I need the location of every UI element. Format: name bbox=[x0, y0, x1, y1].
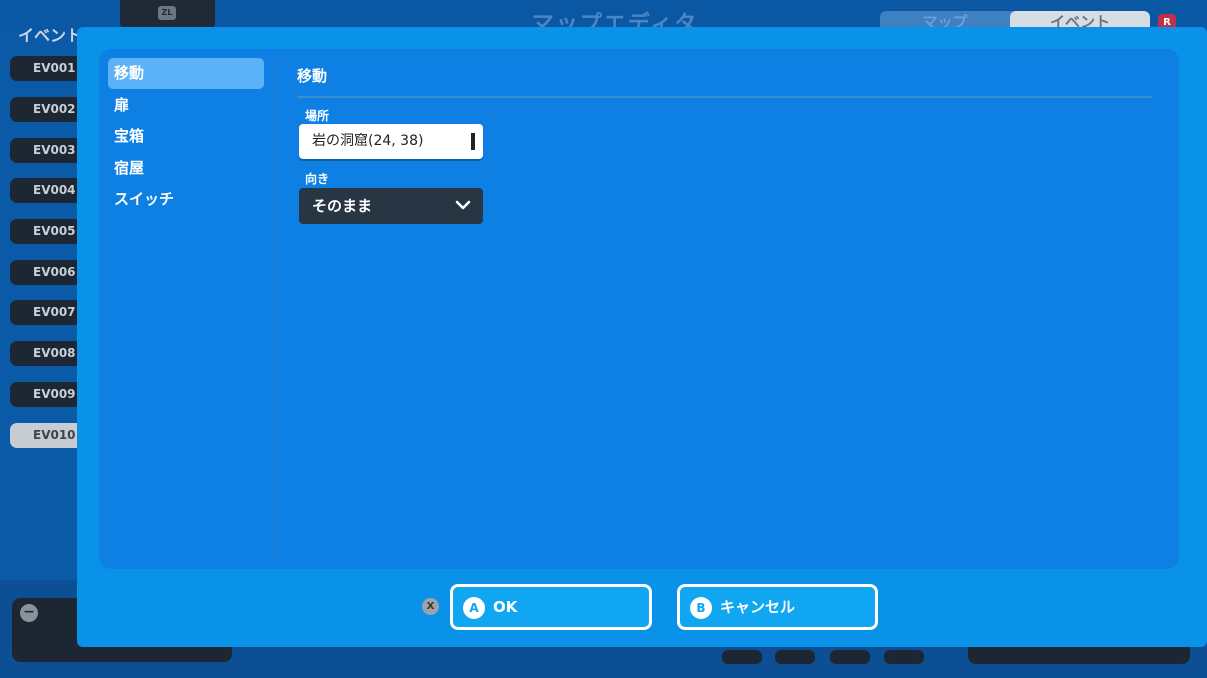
footer-button[interactable] bbox=[775, 650, 815, 664]
minus-icon: − bbox=[20, 604, 38, 622]
direction-label: 向き bbox=[305, 172, 330, 186]
dialog-panel: 移動 扉 宝箱 宿屋 スイッチ 移動 場所 岩の洞窟(24, 38) 向き その… bbox=[99, 49, 1179, 569]
footer-button[interactable] bbox=[722, 650, 762, 664]
event-sidebar-label: イベント bbox=[18, 26, 83, 45]
ok-button-label: OK bbox=[493, 598, 518, 616]
b-button-icon: B bbox=[690, 597, 712, 619]
chevron-down-icon bbox=[455, 200, 471, 210]
location-input[interactable]: 岩の洞窟(24, 38) bbox=[299, 124, 483, 159]
cancel-button-label: キャンセル bbox=[720, 598, 796, 616]
location-value: 岩の洞窟(24, 38) bbox=[312, 133, 424, 149]
category-inn[interactable]: 宿屋 bbox=[108, 153, 264, 184]
horizontal-divider bbox=[297, 96, 1152, 98]
category-list: 移動 扉 宝箱 宿屋 スイッチ bbox=[108, 58, 264, 216]
category-treasure[interactable]: 宝箱 bbox=[108, 121, 264, 152]
text-caret bbox=[471, 133, 475, 150]
event-command-dialog: 移動 扉 宝箱 宿屋 スイッチ 移動 場所 岩の洞窟(24, 38) 向き その… bbox=[77, 27, 1207, 647]
vertical-divider bbox=[274, 57, 275, 562]
ok-button[interactable]: A OK bbox=[450, 584, 652, 630]
footer-button[interactable] bbox=[884, 650, 924, 664]
x-button-icon: X bbox=[422, 598, 439, 615]
zl-badge: ZL bbox=[158, 6, 176, 20]
category-door[interactable]: 扉 bbox=[108, 90, 264, 121]
location-label: 場所 bbox=[305, 109, 330, 123]
a-button-icon: A bbox=[463, 597, 485, 619]
footer-button[interactable] bbox=[830, 650, 870, 664]
cancel-button[interactable]: B キャンセル bbox=[677, 584, 878, 630]
direction-value: そのまま bbox=[312, 197, 373, 215]
zl-button[interactable]: ZL bbox=[120, 0, 215, 28]
category-move[interactable]: 移動 bbox=[108, 58, 264, 89]
category-switch[interactable]: スイッチ bbox=[108, 184, 264, 215]
section-title: 移動 bbox=[297, 67, 328, 85]
direction-select[interactable]: そのまま bbox=[299, 188, 483, 224]
